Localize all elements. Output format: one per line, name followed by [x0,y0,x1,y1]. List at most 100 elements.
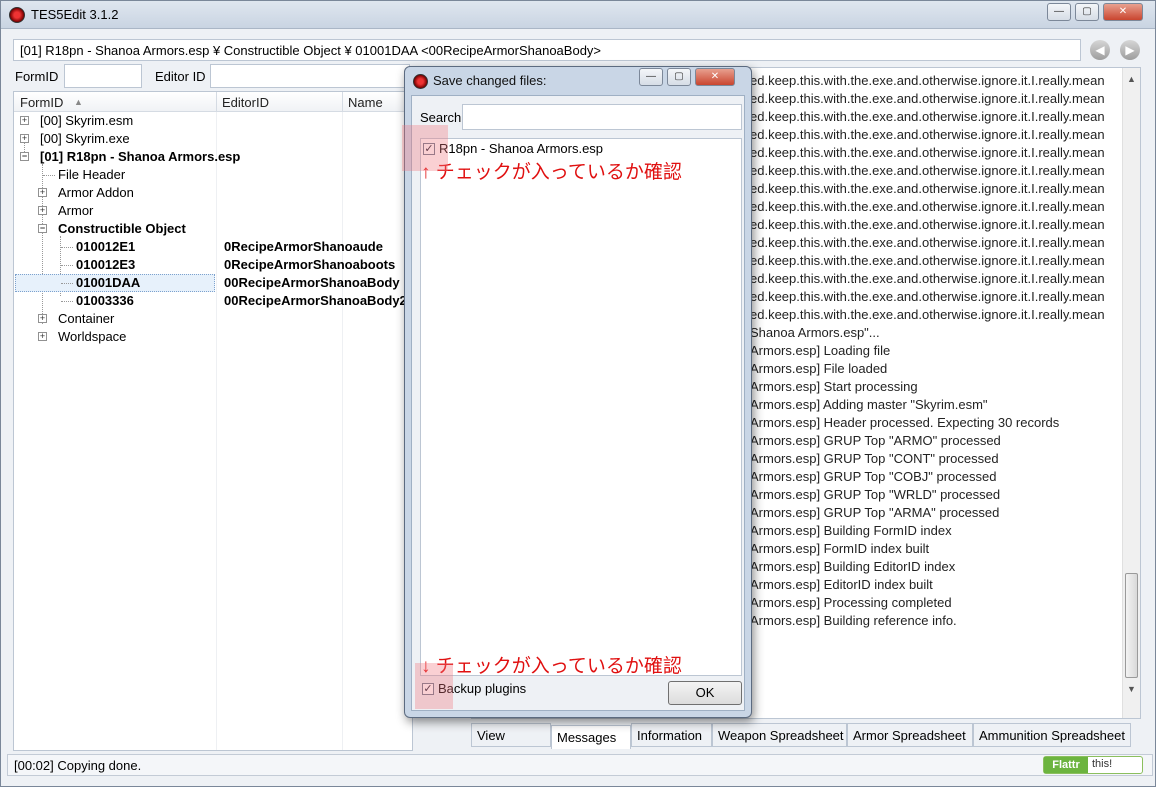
tree-row[interactable]: − [01] R18pn - Shanoa Armors.esp [14,148,412,166]
record-path-bar: [01] R18pn - Shanoa Armors.esp ¥ Constru… [13,39,1081,61]
bottom-tabs: View Messages Information Weapon Spreads… [471,723,1141,749]
log-line: Armors.esp] Building reference info. [750,613,957,628]
log-line: ed.keep.this.with.the.exe.and.otherwise.… [750,271,1105,286]
dialog-minimize-button[interactable]: — [639,68,663,86]
collapse-icon[interactable]: − [20,152,29,161]
log-line: Shanoa Armors.esp"... [750,325,880,340]
tab-armor-spreadsheet[interactable]: Armor Spreadsheet [847,723,973,747]
scroll-up-icon[interactable]: ▲ [1127,74,1136,84]
tree-row-label: [01] R18pn - Shanoa Armors.esp [40,149,241,164]
dialog-maximize-button[interactable]: ▢ [667,68,691,86]
dialog-title: Save changed files: [433,73,547,88]
tab-weapon-spreadsheet[interactable]: Weapon Spreadsheet [712,723,847,747]
tree-row-formid: 01001DAA [76,275,141,290]
scroll-down-icon[interactable]: ▼ [1127,684,1136,694]
log-line: Armors.esp] File loaded [750,361,888,376]
tree-row-label: [00] Skyrim.exe [40,131,130,146]
log-line: Armors.esp] Building EditorID index [750,559,956,574]
tree-row-editorid: 00RecipeArmorShanoaBody2 [224,293,407,308]
log-line: Armors.esp] Start processing [750,379,918,394]
tree-row[interactable]: + Container [14,310,412,328]
annotation-check-top: ↑ チェックが入っているか確認 [421,162,682,183]
tree-row-formid: 01003336 [76,293,134,308]
expand-icon[interactable]: + [38,206,47,215]
tree-row-label: File Header [58,167,126,182]
title-bar: TES5Edit 3.1.2 — ▢ ✕ [1,1,1155,29]
save-changed-files-dialog: Save changed files: — ▢ ✕ Search ✓ R18pn… [402,66,752,718]
tree-row-selected[interactable]: 01001DAA 00RecipeArmorShanoaBody [14,274,412,292]
highlight-bottom [415,663,453,709]
editorid-filter-label: Editor ID [155,69,206,84]
vertical-scrollbar[interactable]: ▲ ▼ [1122,68,1140,718]
record-tree: FormID ▲ EditorID Name + [00] Skyrim.esm… [13,91,413,751]
editorid-filter-input[interactable] [210,64,410,88]
collapse-icon[interactable]: − [38,224,47,233]
log-line: Armors.esp] FormID index built [750,541,930,556]
log-line: ed.keep.this.with.the.exe.and.otherwise.… [750,127,1105,142]
close-button[interactable]: ✕ [1103,3,1143,21]
log-line: ed.keep.this.with.the.exe.and.otherwise.… [750,199,1105,214]
tree-connector [61,301,73,302]
tree-row[interactable]: 01003336 00RecipeArmorShanoaBody2 [14,292,412,310]
column-formid[interactable]: FormID [20,95,63,110]
search-input[interactable] [462,104,742,130]
search-label: Search [420,110,462,125]
column-name[interactable]: Name [348,95,383,110]
log-line: ed.keep.this.with.the.exe.and.otherwise.… [750,217,1105,232]
tree-row[interactable]: + Worldspace [14,328,412,346]
status-bar: [00:02] Copying done. [7,754,1153,776]
tree-row-formid: 010012E1 [76,239,136,254]
tree-row[interactable]: File Header [14,166,412,184]
ok-button[interactable]: OK [668,681,742,705]
window-title: TES5Edit 3.1.2 [31,7,119,22]
expand-icon[interactable]: + [38,332,47,341]
tree-connector [61,265,73,266]
tree-row-label: Armor Addon [58,185,134,200]
tree-row[interactable]: 010012E1 0RecipeArmorShanoaude [14,238,412,256]
tab-view[interactable]: View [471,723,551,747]
log-line: Armors.esp] GRUP Top "ARMO" processed [750,433,1001,448]
expand-icon[interactable]: + [38,314,47,323]
tree-row[interactable]: − Constructible Object [14,220,412,238]
tree-row[interactable]: + Armor Addon [14,184,412,202]
flattr-this-label: this! [1092,758,1113,770]
app-icon [413,74,428,89]
changed-files-list[interactable]: ✓ R18pn - Shanoa Armors.esp ↑ チェックが入っている… [420,138,742,677]
maximize-button[interactable]: ▢ [1075,3,1099,21]
tab-ammunition-spreadsheet[interactable]: Ammunition Spreadsheet [973,723,1131,747]
tree-row-editorid: 0RecipeArmorShanoaude [224,239,383,254]
tab-messages[interactable]: Messages [551,725,631,749]
expand-icon[interactable]: + [20,116,29,125]
column-divider[interactable] [216,92,217,112]
forward-arrow-icon[interactable]: ▶ [1120,40,1140,60]
log-line: ed.keep.this.with.the.exe.and.otherwise.… [750,289,1105,304]
back-arrow-icon[interactable]: ◀ [1090,40,1110,60]
log-line: Armors.esp] Building FormID index [750,523,952,538]
scroll-thumb[interactable] [1125,573,1138,678]
minimize-button[interactable]: — [1047,3,1071,21]
log-line: Armors.esp] Adding master "Skyrim.esm" [750,397,988,412]
tree-row-label: Container [58,311,115,326]
tree-row-label: Worldspace [58,329,127,344]
tree-row[interactable]: + [00] Skyrim.exe [14,130,412,148]
log-line: ed.keep.this.with.the.exe.and.otherwise.… [750,307,1105,322]
log-line: ed.keep.this.with.the.exe.and.otherwise.… [750,109,1105,124]
tab-information[interactable]: Information [631,723,712,747]
tree-connector [43,175,55,176]
log-line: ed.keep.this.with.the.exe.and.otherwise.… [750,253,1105,268]
expand-icon[interactable]: + [38,188,47,197]
formid-filter-label: FormID [15,69,59,84]
dialog-close-button[interactable]: ✕ [695,68,735,86]
tree-row[interactable]: + Armor [14,202,412,220]
flattr-button[interactable]: Flattr this! [1043,756,1143,774]
column-editorid[interactable]: EditorID [222,95,269,110]
log-line: Armors.esp] Loading file [750,343,891,358]
column-divider[interactable] [342,92,343,112]
tree-row[interactable]: 010012E3 0RecipeArmorShanoaboots [14,256,412,274]
log-line: ed.keep.this.with.the.exe.and.otherwise.… [750,181,1105,196]
tree-row[interactable]: + [00] Skyrim.esm [14,112,412,130]
log-line: Armors.esp] GRUP Top "WRLD" processed [750,487,1001,502]
log-line: Armors.esp] Header processed. Expecting … [750,415,1060,430]
expand-icon[interactable]: + [20,134,29,143]
formid-filter-input[interactable] [64,64,142,88]
